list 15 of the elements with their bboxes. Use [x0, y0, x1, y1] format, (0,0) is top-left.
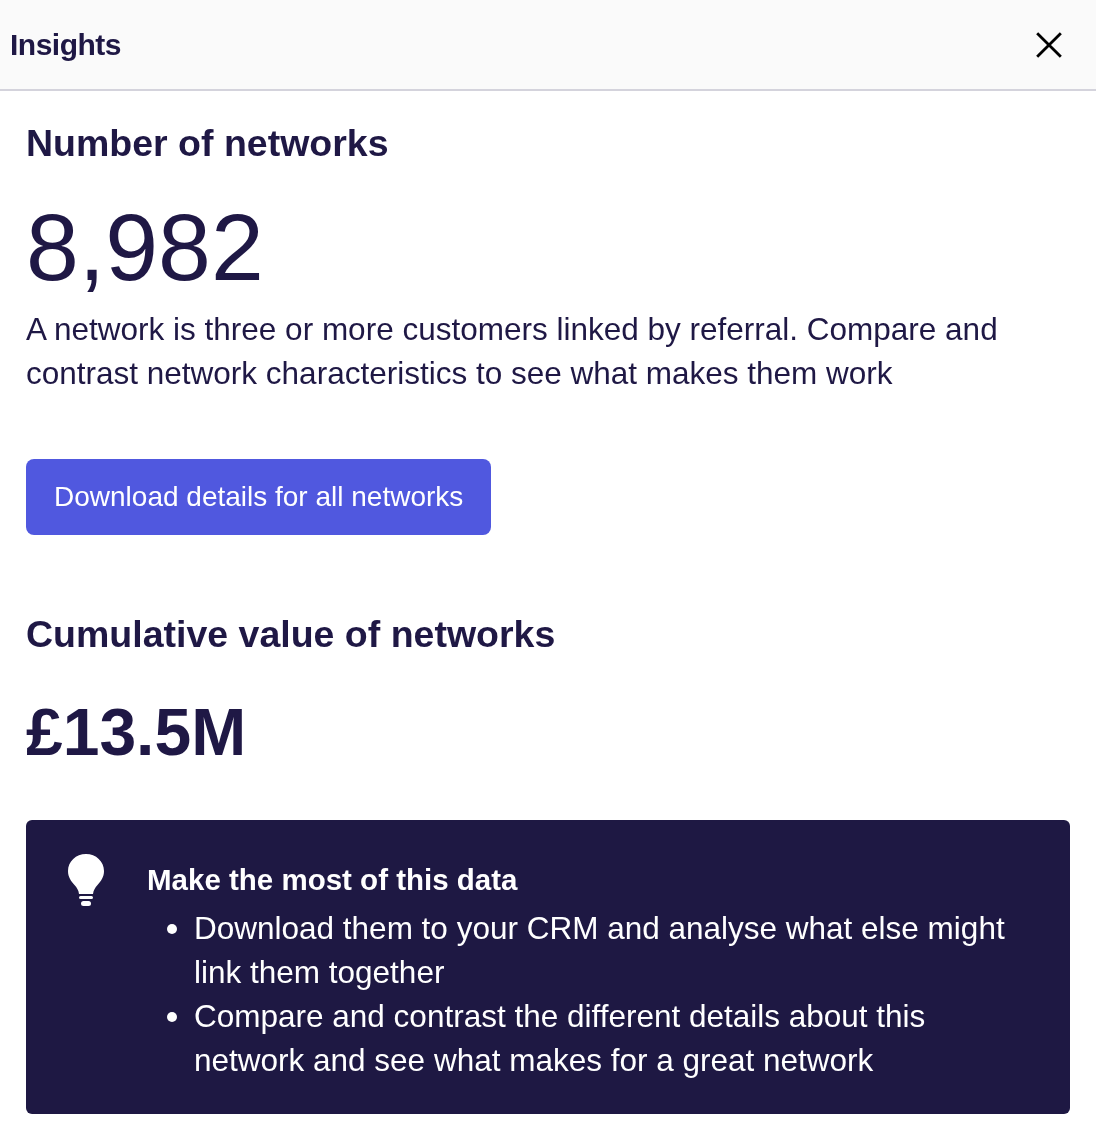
- tip-item: Download them to your CRM and analyse what else might link them together: [194, 909, 1006, 992]
- bullet-icon: [166, 1012, 177, 1022]
- section-heading: Cumulative value of networks: [26, 612, 556, 656]
- network-count: 8,982: [26, 197, 264, 297]
- description-text: A network is three or more customers linked by referral. Compare and contrast network characteristics to see what makes them work: [26, 310, 999, 393]
- tip-title: Make the most of this data: [147, 862, 519, 898]
- cumulative-value: £13.5M: [26, 696, 247, 768]
- panel-title: Insights: [10, 27, 121, 63]
- download-button[interactable]: Download details for all networks: [26, 459, 492, 535]
- tip-item: Compare and contrast the different details about this network and see what makes for a great network: [194, 997, 927, 1080]
- section-heading: Number of networks: [26, 121, 389, 165]
- close-icon: [1036, 31, 1062, 58]
- close-button[interactable]: [1036, 31, 1062, 58]
- lightbulb-icon: [68, 854, 104, 906]
- bullet-icon: [166, 924, 177, 934]
